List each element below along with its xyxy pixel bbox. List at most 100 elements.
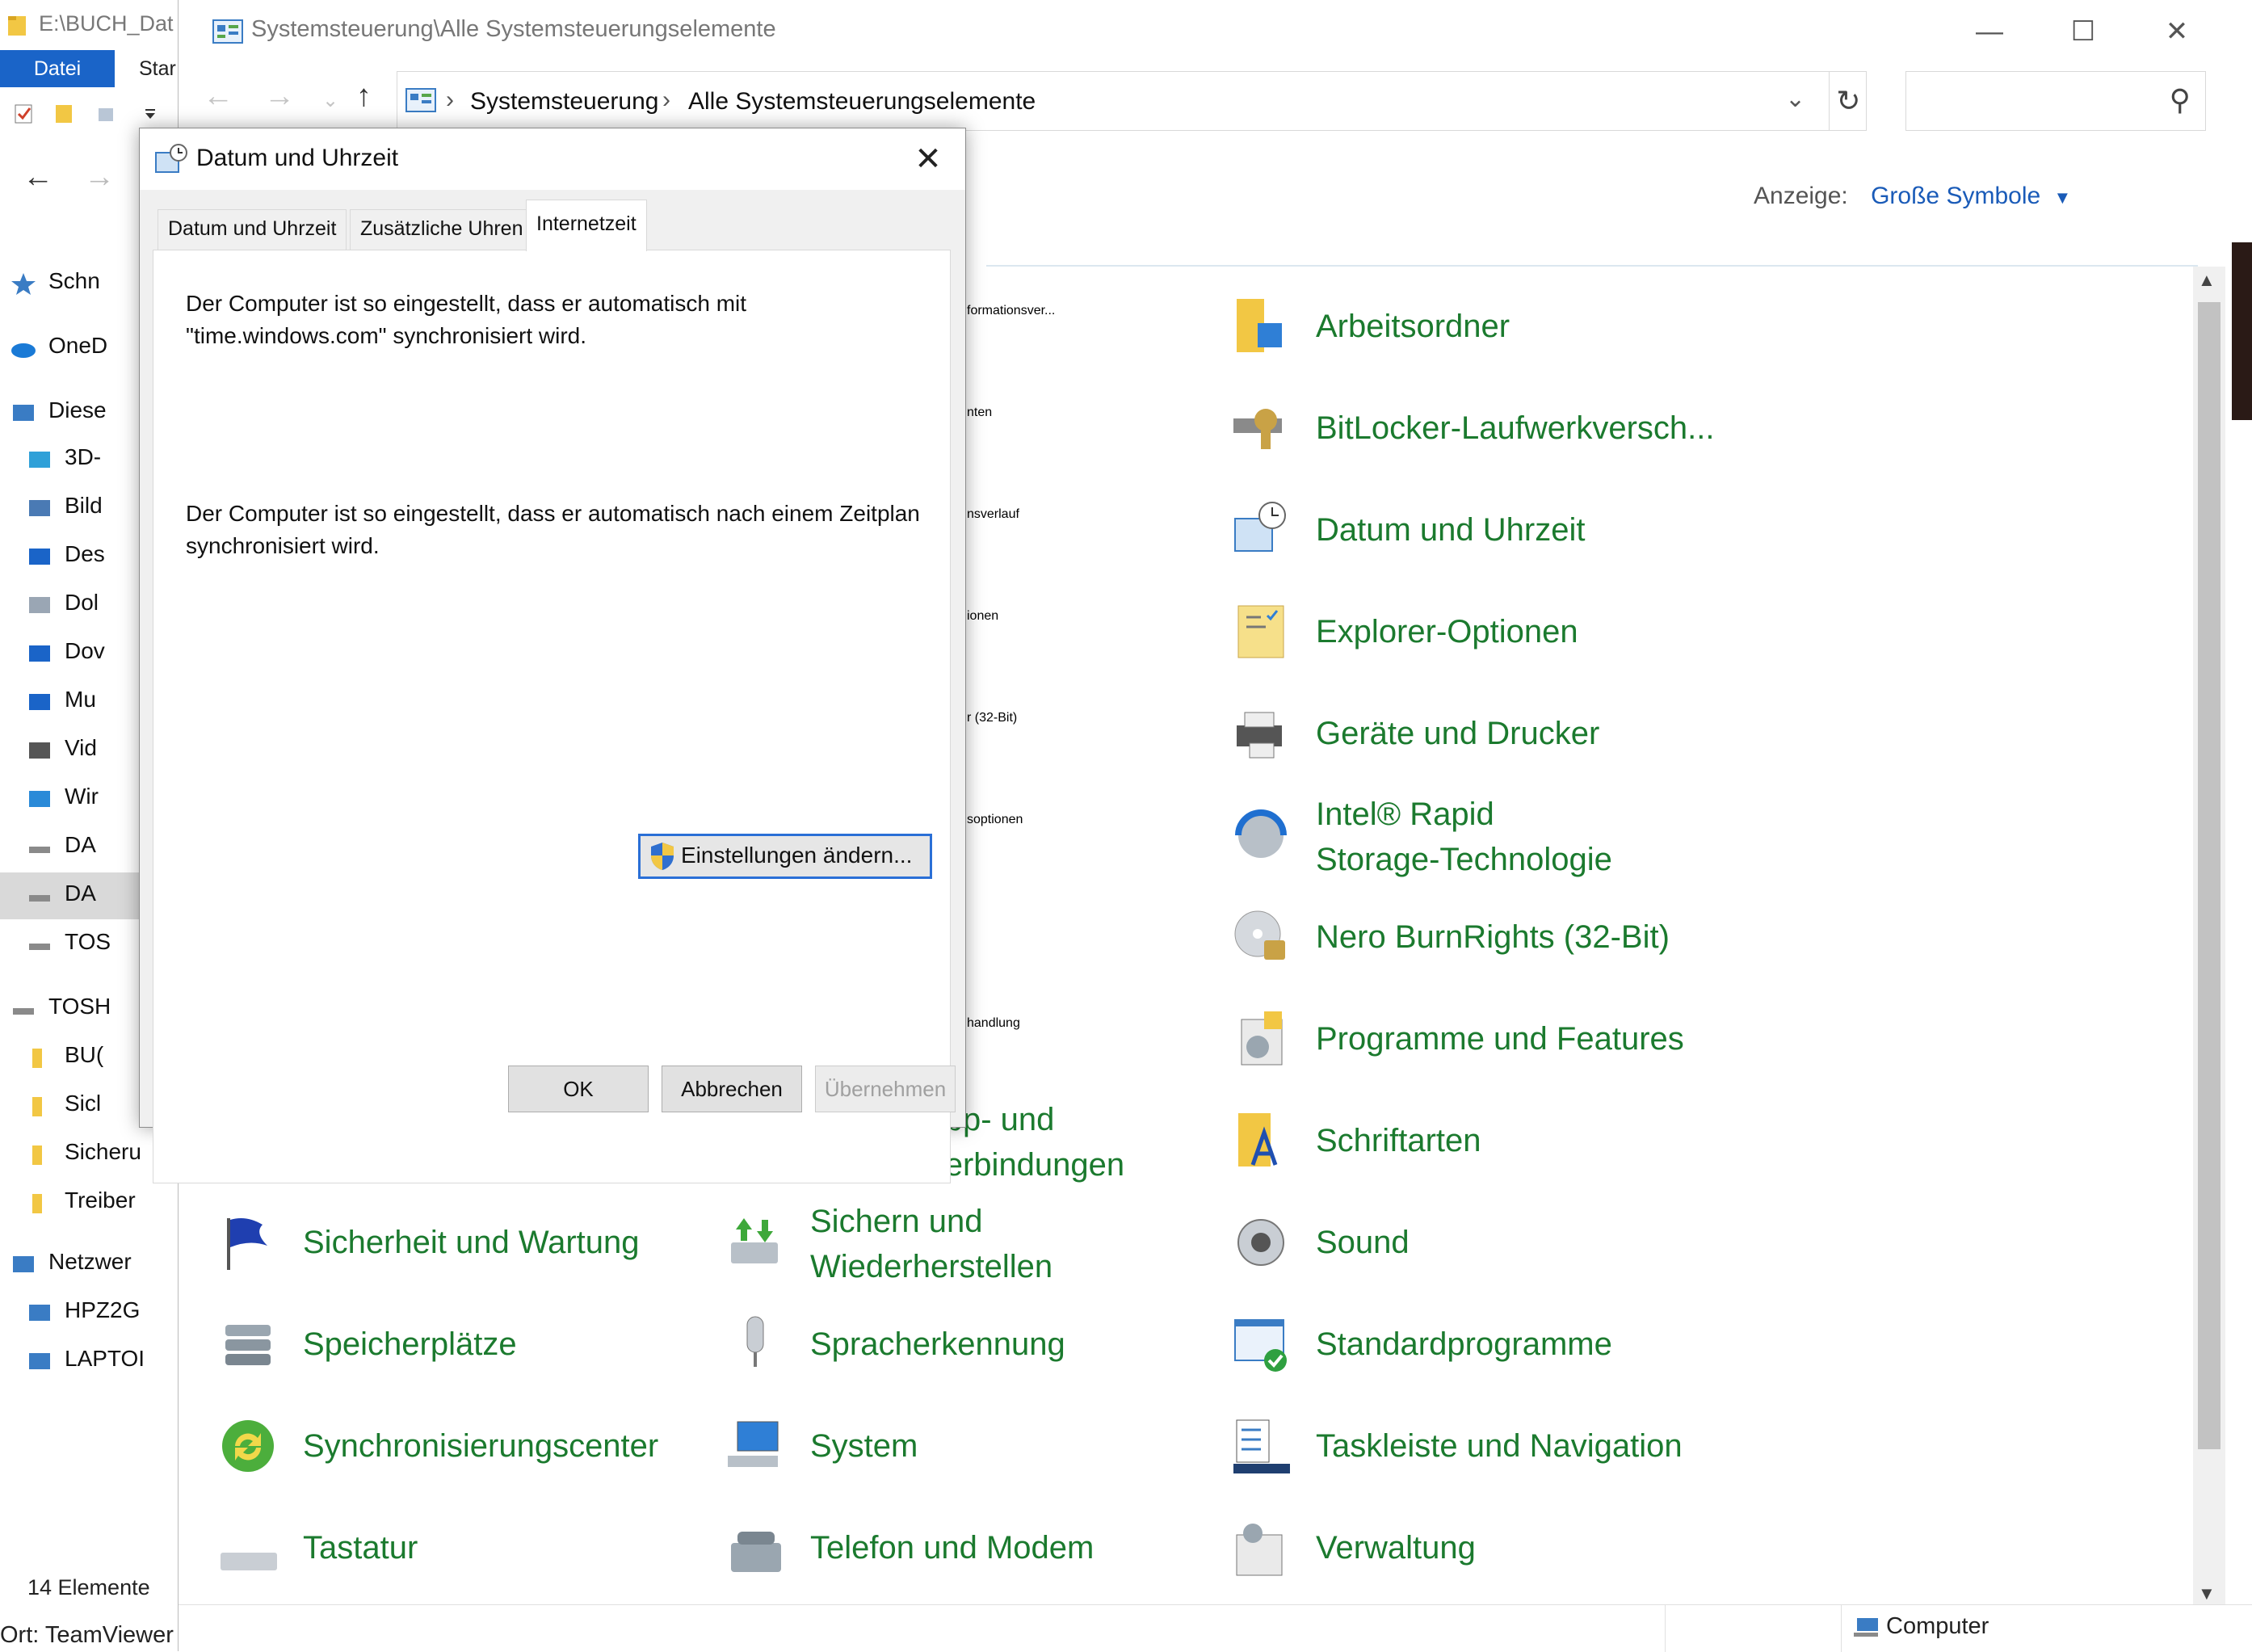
tab-internet-time[interactable]: Internetzeit [526, 200, 647, 251]
forward-arrow-icon[interactable]: → [264, 79, 295, 114]
back-arrow-icon[interactable]: ← [203, 79, 233, 114]
search-input[interactable]: ⚲ [1905, 71, 2206, 131]
breadcrumb-all-items[interactable]: Alle Systemsteuerungselemente [688, 88, 1036, 116]
tab-additional-clocks[interactable]: Zusätzliche Uhren [350, 209, 534, 250]
sync-icon [222, 1420, 274, 1472]
control-panel-item-label[interactable]: Programme und Features [1316, 1016, 1684, 1061]
search-icon[interactable]: ⚲ [2170, 83, 2191, 117]
new-folder-icon[interactable] [53, 100, 76, 126]
control-panel-item-label[interactable]: nten [967, 406, 992, 420]
nav-item[interactable]: Netzwer [0, 1241, 186, 1288]
refresh-icon[interactable]: ↻ [1829, 72, 1868, 130]
properties-icon[interactable] [13, 100, 36, 126]
tab-date-time[interactable]: Datum und Uhrzeit [158, 209, 347, 250]
control-panel-item[interactable]: Spracherkennung [723, 1297, 1240, 1378]
cancel-button[interactable]: Abbrechen [662, 1066, 802, 1112]
control-panel-item[interactable]: Intel® Rapid Storage-Technologie [1229, 788, 1746, 877]
address-bar[interactable]: › Systemsteuerung › Alle Systemsteuerung… [397, 71, 1867, 131]
control-panel-item[interactable]: Telefon und Modem [723, 1501, 1240, 1582]
control-panel-item-label[interactable]: Datum und Uhrzeit [1316, 507, 1585, 553]
control-panel-item-label[interactable]: r (32-Bit) [967, 711, 1017, 725]
recent-locations-icon[interactable]: ⌄ [322, 89, 338, 112]
control-panel-item-label[interactable]: Explorer-Optionen [1316, 609, 1578, 654]
control-panel-item-label[interactable]: Tastatur [303, 1525, 418, 1570]
control-panel-item[interactable]: System [723, 1399, 1240, 1480]
control-panel-item[interactable]: Sound [1229, 1196, 1746, 1276]
control-panel-item-label[interactable]: Taskleiste und Navigation [1316, 1423, 1683, 1469]
nav-item-label: DA [65, 881, 96, 906]
chevron-down-icon[interactable]: ⌄ [1785, 85, 1805, 113]
control-panel-item-label[interactable]: formationsver... [967, 304, 1055, 318]
close-icon[interactable]: ✕ [904, 137, 952, 182]
nav-item[interactable]: Treiber [0, 1179, 186, 1226]
breadcrumb-systemsteuerung[interactable]: Systemsteuerung [470, 88, 658, 116]
control-panel-item-label[interactable]: Verwaltung [1316, 1525, 1476, 1570]
control-panel-item-label[interactable]: Sound [1316, 1220, 1410, 1265]
schedule-text: Der Computer ist so eingestellt, dass er… [186, 501, 920, 558]
control-panel-item[interactable]: Arbeitsordner [1229, 280, 1746, 360]
close-button[interactable]: ✕ [2130, 6, 2224, 57]
control-panel-item-label[interactable]: Storage-Technologie [1316, 837, 1612, 882]
view-dropdown[interactable]: Große Symbole [1871, 183, 2040, 209]
control-panel-item[interactable]: Synchronisierungscenter [216, 1399, 733, 1480]
control-panel-item[interactable]: Speicherplätze [216, 1297, 733, 1378]
control-panel-item-label[interactable]: System [810, 1423, 918, 1469]
intel-rst-icon [1235, 809, 1287, 858]
chevron-right-icon[interactable]: › [662, 86, 670, 114]
minimize-button[interactable]: — [1943, 6, 2036, 57]
control-panel-item[interactable]: Standardprogramme [1229, 1297, 1746, 1378]
nav-item-label: HPZ2G [65, 1297, 141, 1322]
control-panel-item[interactable]: Geräte und Drucker [1229, 687, 1746, 767]
control-panel-item-label[interactable]: Telefon und Modem [810, 1525, 1094, 1570]
ribbon-tab-file[interactable]: Datei [0, 50, 115, 87]
chevron-down-icon[interactable] [139, 100, 162, 126]
nav-item[interactable]: LAPTOI [0, 1338, 186, 1385]
undo-icon[interactable] [95, 100, 118, 126]
control-panel-item[interactable]: Verwaltung [1229, 1501, 1746, 1582]
control-panel-item[interactable]: Programme und Features [1229, 992, 1746, 1073]
scroll-down-icon[interactable]: ▼ [2198, 1583, 2216, 1604]
control-panel-item-label[interactable]: Speicherplätze [303, 1322, 517, 1367]
control-panel-item-label[interactable]: Nero BurnRights (32-Bit) [1316, 914, 1670, 960]
control-panel-item[interactable]: Sicherheit und Wartung [216, 1196, 733, 1276]
control-panel-item-label[interactable]: Wiederherstellen [810, 1244, 1052, 1289]
control-panel-item[interactable]: Taskleiste und Navigation [1229, 1399, 1746, 1480]
vertical-scrollbar[interactable]: ▲ ▼ [2193, 267, 2225, 1608]
control-panel-item[interactable]: Tastatur [216, 1501, 733, 1582]
control-panel-item[interactable]: Explorer-Optionen [1229, 585, 1746, 666]
control-panel-item[interactable]: Schriftarten [1229, 1094, 1746, 1175]
forward-arrow-icon[interactable]: → [84, 160, 115, 195]
nav-item[interactable]: HPZ2G [0, 1289, 186, 1336]
control-panel-item-label[interactable]: ionen [967, 609, 998, 624]
chevron-right-icon[interactable]: › [446, 86, 454, 114]
control-panel-item-label[interactable]: Sicherheit und Wartung [303, 1220, 640, 1265]
control-panel-item[interactable]: BitLocker-Laufwerkversch... [1229, 381, 1746, 462]
change-settings-button[interactable]: Einstellungen ändern... [638, 834, 932, 879]
control-panel-item-label[interactable]: soptionen [967, 813, 1023, 827]
control-panel-item[interactable]: Datum und Uhrzeit [1229, 483, 1746, 564]
control-panel-item-label[interactable]: Geräte und Drucker [1316, 711, 1599, 756]
back-arrow-icon[interactable]: ← [23, 160, 53, 195]
maximize-button[interactable]: ☐ [2036, 6, 2130, 57]
up-arrow-icon[interactable]: ↑ [356, 79, 372, 114]
control-panel-item-label[interactable]: Spracherkennung [810, 1322, 1065, 1367]
control-panel-item-label[interactable]: Arbeitsordner [1316, 304, 1510, 349]
control-panel-item[interactable]: Nero BurnRights (32-Bit) [1229, 890, 1746, 971]
control-panel-item-label[interactable]: Standardprogramme [1316, 1322, 1612, 1367]
control-panel-item-label[interactable]: handlung [967, 1016, 1020, 1031]
ribbon-tab-start[interactable]: Star [139, 50, 176, 87]
caret-down-icon[interactable]: ▼ [2054, 187, 2072, 208]
scroll-up-icon[interactable]: ▲ [2198, 270, 2216, 291]
control-panel-item-label[interactable]: Sichern und [810, 1199, 982, 1244]
control-panel-item-label[interactable]: BitLocker-Laufwerkversch... [1316, 406, 1715, 451]
control-panel-item-label[interactable]: Schriftarten [1316, 1118, 1481, 1163]
nav-item-label: LAPTOI [65, 1346, 145, 1371]
control-panel-item-label[interactable]: Intel® Rapid [1316, 792, 1494, 837]
ok-button[interactable]: OK [508, 1066, 649, 1112]
apply-button[interactable]: Übernehmen [815, 1066, 956, 1112]
scrollbar-thumb[interactable] [2198, 302, 2220, 1449]
control-panel-item[interactable]: Sichern und Wiederherstellen [723, 1196, 1240, 1284]
control-panel-item-label[interactable]: Synchronisierungscenter [303, 1423, 658, 1469]
control-panel-item-label[interactable]: nsverlauf [967, 507, 1019, 522]
nav-item-label: Treiber [65, 1188, 136, 1213]
